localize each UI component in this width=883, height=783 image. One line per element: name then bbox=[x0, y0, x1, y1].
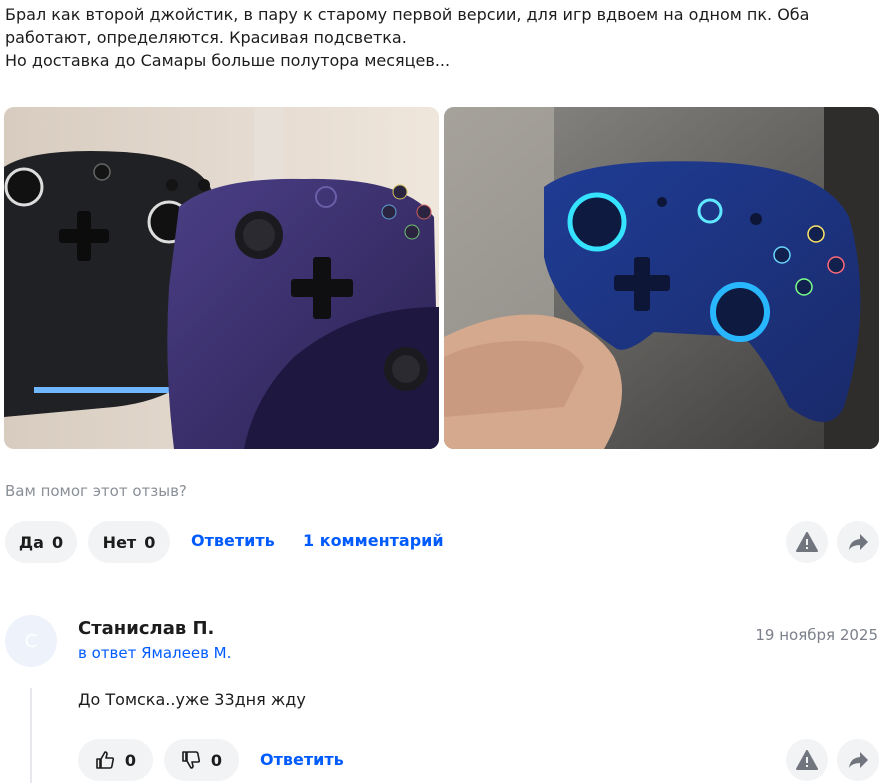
reply-link[interactable]: Ответить bbox=[191, 531, 275, 550]
like-count: 0 bbox=[124, 750, 137, 770]
comment-author[interactable]: Станислав П. bbox=[78, 618, 214, 639]
report-button[interactable] bbox=[786, 521, 828, 563]
share-arrow-icon bbox=[849, 534, 868, 550]
avatar: С bbox=[5, 615, 57, 667]
comment-report-button[interactable] bbox=[786, 739, 828, 781]
warning-icon bbox=[796, 532, 818, 552]
thread-line bbox=[30, 688, 32, 783]
warning-icon bbox=[796, 750, 818, 770]
dislike-button[interactable]: 0 bbox=[164, 739, 239, 781]
like-button[interactable]: 0 bbox=[78, 739, 153, 781]
thumbs-down-icon bbox=[182, 751, 200, 769]
thumbs-up-icon bbox=[96, 751, 114, 769]
yes-label: Да bbox=[18, 532, 44, 552]
review-line: Брал как второй джойстик, в пару к старо… bbox=[5, 5, 810, 24]
yes-count: 0 bbox=[51, 532, 64, 552]
review-text: Брал как второй джойстик, в пару к старо… bbox=[5, 3, 865, 72]
helpful-yes-button[interactable]: Да 0 bbox=[5, 521, 77, 563]
comment-share-button[interactable] bbox=[837, 739, 879, 781]
comment-reply-link[interactable]: Ответить bbox=[260, 750, 344, 769]
review-line: работают, определяются. Красивая подсвет… bbox=[5, 28, 407, 47]
no-count: 0 bbox=[144, 532, 156, 552]
review-photo-2[interactable] bbox=[444, 107, 879, 449]
share-button[interactable] bbox=[837, 521, 879, 563]
comments-link[interactable]: 1 комментарий bbox=[303, 531, 444, 550]
comment-text: До Томска..уже 33дня жду bbox=[78, 690, 306, 709]
share-arrow-icon bbox=[849, 752, 868, 768]
no-label: Нет bbox=[102, 532, 137, 552]
review-line: Но доставка до Самары больше полутора ме… bbox=[5, 51, 451, 70]
helpful-question: Вам помог этот отзыв? bbox=[5, 482, 187, 500]
reply-to-link[interactable]: в ответ Ямалеев М. bbox=[78, 644, 231, 662]
review-photo-1[interactable] bbox=[4, 107, 439, 449]
helpful-no-button[interactable]: Нет 0 bbox=[88, 521, 170, 563]
dislike-count: 0 bbox=[210, 750, 223, 770]
comment-date: 19 ноября 2025 bbox=[755, 626, 878, 644]
